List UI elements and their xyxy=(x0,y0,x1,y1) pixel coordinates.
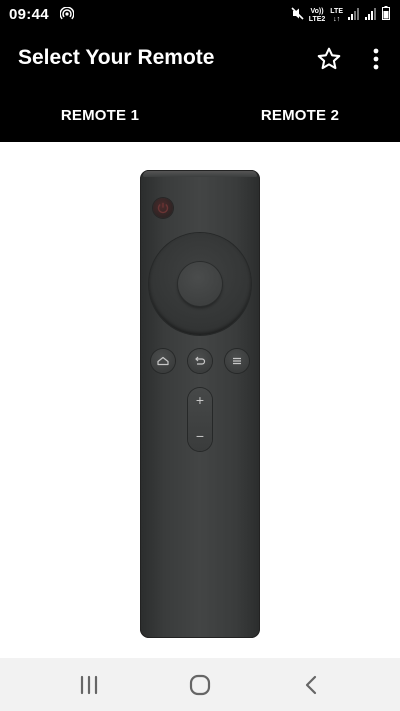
ok-button[interactable] xyxy=(178,262,222,306)
signal-icon-2 xyxy=(365,7,377,25)
system-nav-bar xyxy=(0,658,400,711)
lte-arrows: ↓↑ xyxy=(333,15,341,23)
remote-top-edge xyxy=(143,171,257,177)
remote-control-image: + − xyxy=(140,170,260,638)
tab-remote-1[interactable]: REMOTE 1 xyxy=(0,90,200,142)
favorite-button[interactable] xyxy=(316,46,342,72)
lte-label: LTE xyxy=(330,7,343,15)
volte-sim-label: LTE2 xyxy=(308,15,326,23)
power-button[interactable] xyxy=(153,198,173,218)
volte-label: Vo)) xyxy=(310,7,324,15)
app-bar: Select Your Remote xyxy=(0,30,400,90)
back-button[interactable] xyxy=(188,349,212,373)
home-icon xyxy=(157,356,169,366)
mute-icon xyxy=(291,6,304,25)
dpad-ring[interactable] xyxy=(149,233,251,335)
battery-icon xyxy=(382,6,390,25)
tab-remote-2[interactable]: REMOTE 2 xyxy=(200,90,400,142)
recent-apps-button[interactable] xyxy=(76,672,102,698)
volte-indicator: Vo)) LTE2 xyxy=(309,8,326,24)
signal-icon-1 xyxy=(348,7,360,25)
home-circle-icon xyxy=(189,674,211,696)
home-button[interactable] xyxy=(151,349,175,373)
menu-icon xyxy=(233,357,241,365)
overflow-menu-button[interactable] xyxy=(366,46,386,72)
menu-button[interactable] xyxy=(225,349,249,373)
back-nav-button[interactable] xyxy=(301,672,323,698)
more-vertical-icon xyxy=(373,48,379,70)
remote-view: + − xyxy=(0,142,400,658)
power-icon xyxy=(157,202,169,214)
volume-down-button[interactable]: − xyxy=(188,428,212,444)
hotspot-icon xyxy=(59,6,75,26)
lte-indicator: LTE ↓↑ xyxy=(330,8,343,24)
page-title: Select Your Remote xyxy=(18,46,215,69)
status-time: 09:44 xyxy=(9,6,49,23)
star-outline-icon xyxy=(317,47,341,70)
back-icon xyxy=(195,356,206,365)
tab-bar: REMOTE 1 REMOTE 2 xyxy=(0,90,400,142)
volume-rocker: + − xyxy=(188,388,212,451)
home-nav-button[interactable] xyxy=(187,672,213,698)
back-chevron-icon xyxy=(305,675,317,695)
status-icons: Vo)) LTE2 LTE ↓↑ xyxy=(291,6,390,25)
volume-up-button[interactable]: + xyxy=(188,392,212,408)
status-bar: 09:44 Vo)) LTE2 LTE ↓↑ xyxy=(0,0,400,30)
recent-apps-icon xyxy=(80,675,98,695)
